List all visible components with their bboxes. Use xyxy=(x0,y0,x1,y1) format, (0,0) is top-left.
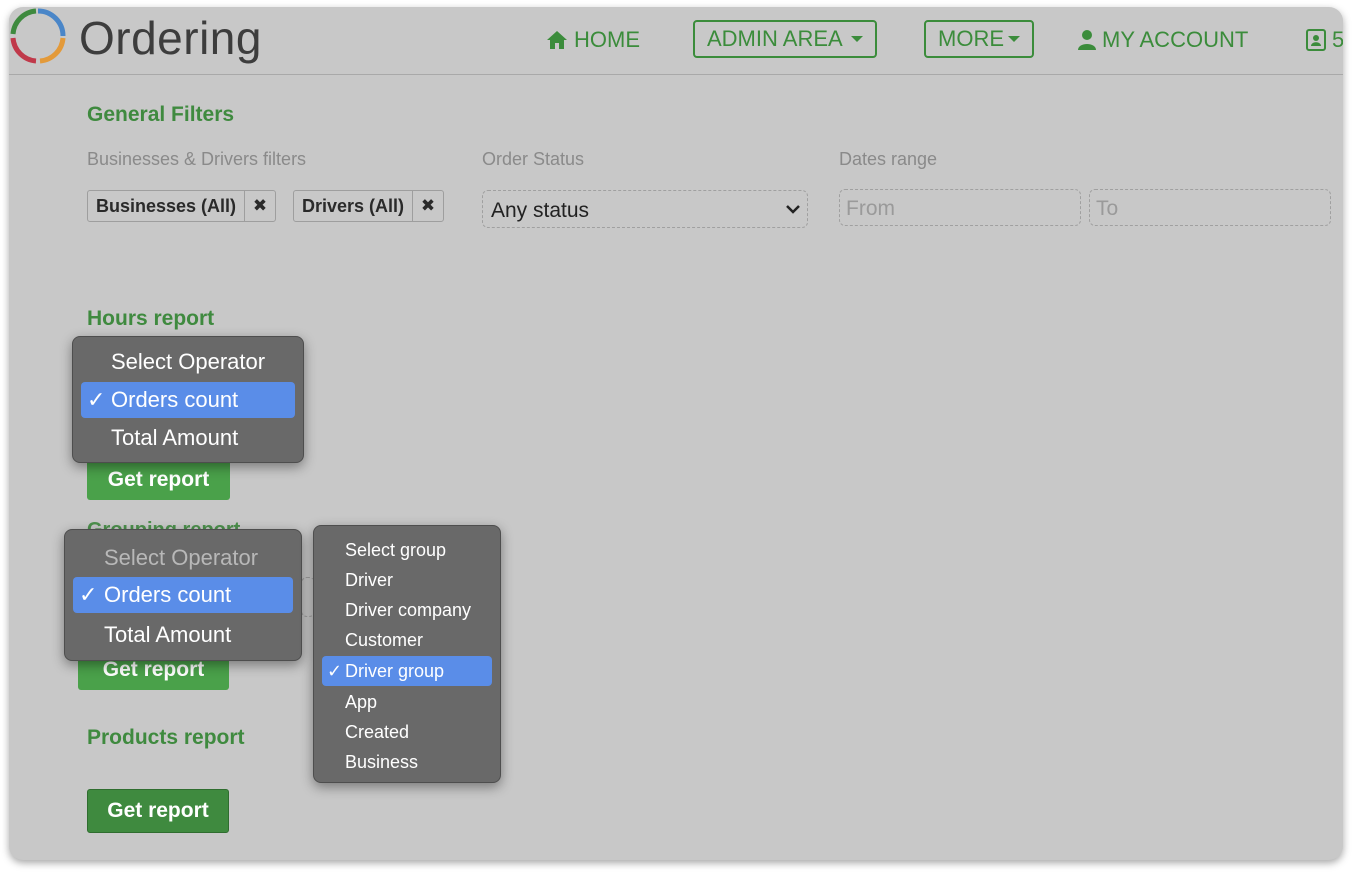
date-from-input[interactable]: From xyxy=(839,189,1081,226)
hours-get-report-button[interactable]: Get report xyxy=(87,460,230,500)
menu-item-label: Orders count xyxy=(104,582,232,607)
date-from-placeholder: From xyxy=(846,197,895,220)
menu-item-total-amount[interactable]: Total Amount xyxy=(81,421,295,455)
menu-item-driver[interactable]: Driver xyxy=(322,566,492,594)
date-to-placeholder: To xyxy=(1096,197,1119,220)
nav-more-label: MORE xyxy=(938,26,1004,51)
products-get-report-button[interactable]: Get report xyxy=(87,789,229,833)
menu-item-select-operator: Select Operator xyxy=(104,545,259,570)
businesses-chip-label: Businesses (All) xyxy=(96,195,237,216)
menu-item-label: Driver group xyxy=(345,661,445,681)
drivers-filter-chip[interactable]: Drivers (All) ✖ xyxy=(293,190,445,222)
date-to-input[interactable]: To xyxy=(1089,189,1331,226)
biz-drivers-filter-label: Businesses & Drivers filters xyxy=(87,149,307,169)
grouping-operator-dropdown-menu: Select Operator ✓ Orders count Total Amo… xyxy=(64,529,302,661)
menu-item-total-amount[interactable]: Total Amount xyxy=(73,618,293,652)
nav-home-label: HOME xyxy=(574,27,640,52)
group-dropdown-menu: Select group Driver Driver company Custo… xyxy=(313,525,501,783)
menu-item-orders-count[interactable]: ✓ Orders count xyxy=(81,382,295,418)
menu-item-created[interactable]: Created xyxy=(322,718,492,746)
hours-report-title: Hours report xyxy=(87,307,215,330)
contact-card-icon xyxy=(1306,29,1326,51)
checkmark-icon: ✓ xyxy=(79,582,98,607)
nav-admin-label: ADMIN AREA xyxy=(707,26,843,51)
checkmark-icon: ✓ xyxy=(327,661,343,681)
menu-item-select-operator[interactable]: Select Operator xyxy=(81,345,295,379)
hours-operator-dropdown-menu: Select Operator ✓ Orders count Total Amo… xyxy=(72,336,304,463)
caret-down-icon xyxy=(1008,36,1020,42)
ordering-logo-icon xyxy=(10,8,66,64)
menu-item-customer[interactable]: Customer xyxy=(322,626,492,654)
remove-drivers-icon[interactable]: ✖ xyxy=(412,191,443,221)
menu-item-app[interactable]: App xyxy=(322,688,492,716)
menu-item-driver-company[interactable]: Driver company xyxy=(322,596,492,624)
menu-item-business[interactable]: Business xyxy=(322,748,492,776)
nav-more[interactable]: MORE xyxy=(924,20,1034,58)
nav-extra[interactable]: 5 xyxy=(1306,20,1343,60)
nav-extra-label: 5 xyxy=(1332,27,1343,52)
top-navbar: Ordering HOME ADMIN AREA MORE MY ACCOUNT xyxy=(9,7,1343,75)
menu-item-orders-count[interactable]: ✓ Orders count xyxy=(73,577,293,613)
caret-down-icon xyxy=(850,36,863,42)
drivers-chip-label: Drivers (All) xyxy=(302,195,405,216)
nav-home[interactable]: HOME xyxy=(546,20,640,60)
brand-name: Ordering xyxy=(79,12,262,64)
dates-range-label: Dates range xyxy=(839,149,938,169)
menu-item-select-group[interactable]: Select group xyxy=(322,536,492,564)
nav-admin-area[interactable]: ADMIN AREA xyxy=(693,20,877,58)
general-filters-title: General Filters xyxy=(87,103,235,126)
checkmark-icon: ✓ xyxy=(87,387,106,412)
chevron-down-icon xyxy=(786,205,800,214)
order-status-value: Any status xyxy=(491,199,590,222)
products-report-title: Products report xyxy=(87,726,245,749)
home-icon xyxy=(547,31,567,49)
nav-my-account-label: MY ACCOUNT xyxy=(1102,27,1249,52)
businesses-filter-chip[interactable]: Businesses (All) ✖ xyxy=(87,190,277,222)
menu-item-label: Orders count xyxy=(111,387,239,412)
user-icon xyxy=(1078,30,1096,50)
menu-item-driver-group[interactable]: ✓ Driver group xyxy=(322,656,492,686)
order-status-select[interactable]: Any status xyxy=(482,190,808,228)
remove-businesses-icon[interactable]: ✖ xyxy=(244,191,275,221)
app-window: Ordering HOME ADMIN AREA MORE MY ACCOUNT xyxy=(9,7,1343,860)
nav-my-account[interactable]: MY ACCOUNT xyxy=(1078,20,1248,60)
order-status-label: Order Status xyxy=(482,149,585,169)
